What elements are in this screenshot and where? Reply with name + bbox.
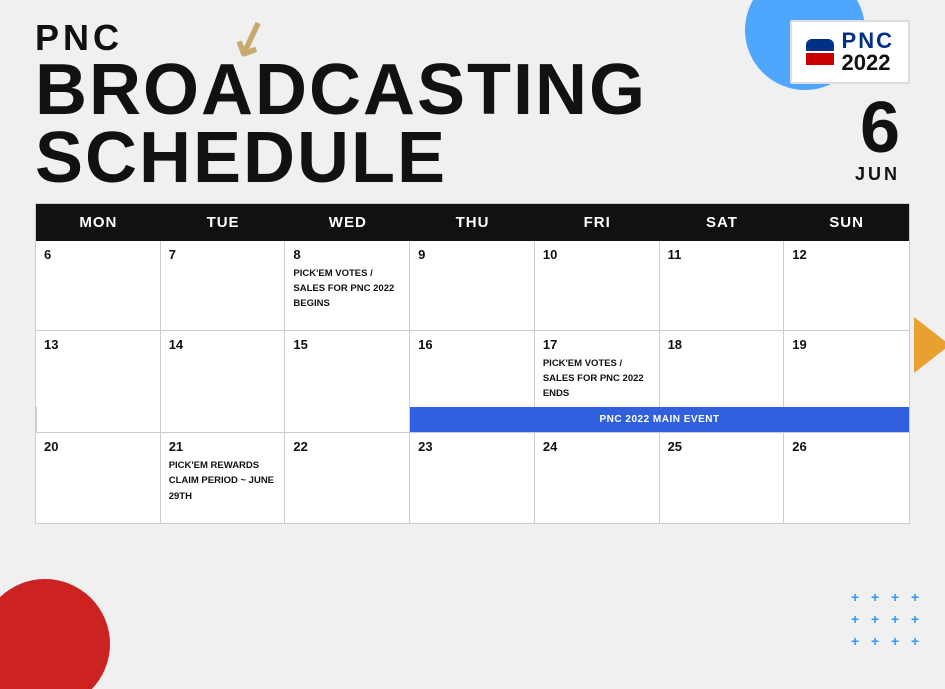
plus-icon: + [871,611,885,627]
broadcasting-title: BROADCASTING [35,56,790,124]
calendar-week-2-wrapper: 13 14 15 16 17 PICK'EM VOT [36,331,909,433]
deco-plus-grid: + + + + + + + + + + + + [851,589,925,649]
plus-icon: + [911,633,925,649]
plus-icon: + [851,611,865,627]
cal-cell-18: 18 [660,331,785,407]
plus-icon: + [911,589,925,605]
pnc-logo-box: PNC 2022 [790,20,910,84]
logo-year-text: 2022 [842,52,894,74]
background: ↙ + + + + + + + + + + + + PNC BROADCASTI… [0,0,945,689]
cal-cell-8: 8 PICK'EM VOTES / SALES FOR PNC 2022 BEG… [285,241,410,330]
header-tue: TUE [161,204,286,241]
event-bar-row: PNC 2022 MAIN EVENT [36,407,909,433]
cal-cell-22: 22 [285,433,410,523]
cal-cell-20: 20 [36,433,161,523]
cal-cell-13: 13 [36,331,161,407]
plus-icon: + [871,589,885,605]
cal-cell-6: 6 [36,241,161,330]
plus-icon: + [851,589,865,605]
logo-pnc-text: PNC [842,30,894,52]
cal-cell-14: 14 [161,331,286,407]
plus-icon: + [891,633,905,649]
logo-text-block: PNC 2022 [842,30,894,74]
header-wed: WED [285,204,410,241]
date-number: 6 [855,92,900,164]
cal-cell-21: 21 PICK'EM REWARDS CLAIM PERIOD ~ JUNE 2… [161,433,286,523]
cal-cell-16: 16 [410,331,535,407]
pnc-logo-icon [806,39,834,65]
cal-cell-9: 9 [410,241,535,330]
header-sat: SAT [660,204,785,241]
cal-cell-17: 17 PICK'EM VOTES / SALES FOR PNC 2022 EN… [535,331,660,407]
plus-icon: + [911,611,925,627]
cal-cell-24: 24 [535,433,660,523]
schedule-title: SCHEDULE [35,124,790,192]
cal-cell-11: 11 [660,241,785,330]
header-sun: SUN [784,204,909,241]
plus-icon: + [891,589,905,605]
event-bar-empty-3 [285,407,410,432]
event-bar-empty-1 [36,407,161,432]
cal-cell-23: 23 [410,433,535,523]
cal-cell-26: 26 [784,433,909,523]
plus-icon: + [871,633,885,649]
calendar-week-1: 6 7 8 PICK'EM VOTES / SALES FOR PNC 2022… [36,241,909,331]
calendar-week-2-days: 13 14 15 16 17 PICK'EM VOT [36,331,909,407]
cal-cell-10: 10 [535,241,660,330]
event-bar-label: PNC 2022 MAIN EVENT [600,414,720,425]
calendar-week-3: 20 21 PICK'EM REWARDS CLAIM PERIOD ~ JUN… [36,433,909,523]
cal-cell-7: 7 [161,241,286,330]
header-fri: FRI [535,204,660,241]
event-bar-main: PNC 2022 MAIN EVENT [410,407,909,432]
right-panel: PNC 2022 6 JUN [790,20,910,185]
cal-cell-15: 15 [285,331,410,407]
deco-circle-red [0,579,110,689]
cal-cell-19: 19 [784,331,909,407]
title-block: PNC BROADCASTING SCHEDULE [35,20,790,193]
logo-icon-bottom [806,53,834,65]
logo-icon-top [806,39,834,51]
cal-cell-25: 25 [660,433,785,523]
cal-cell-12: 12 [784,241,909,330]
event-bar-empty-2 [161,407,286,432]
calendar: MON TUE WED THU FRI SAT SUN 6 7 [35,203,910,524]
main-container: PNC BROADCASTING SCHEDULE PNC 2022 6 [0,0,945,544]
header-area: PNC BROADCASTING SCHEDULE PNC 2022 6 [35,20,910,193]
header-mon: MON [36,204,161,241]
date-month: JUN [855,164,900,185]
calendar-header: MON TUE WED THU FRI SAT SUN [36,204,909,241]
plus-icon: + [851,633,865,649]
header-thu: THU [410,204,535,241]
plus-icon: + [891,611,905,627]
calendar-body: 6 7 8 PICK'EM VOTES / SALES FOR PNC 2022… [36,241,909,523]
date-block: 6 JUN [855,92,900,185]
